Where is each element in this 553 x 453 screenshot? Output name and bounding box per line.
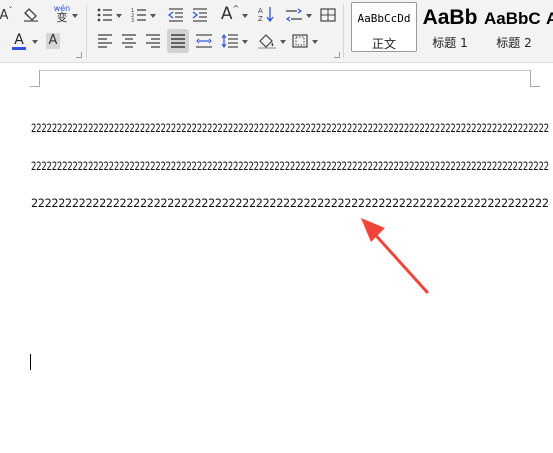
document-line[interactable]: 2222222222222222222222222222222222222222…	[31, 160, 549, 173]
numbered-list-icon[interactable]: 123	[130, 4, 148, 26]
shading-dropdown-icon[interactable]	[280, 40, 286, 44]
style-heading-1-label: 标题 1	[432, 36, 468, 50]
font-color-icon[interactable]: A	[10, 30, 28, 52]
border-icon[interactable]	[290, 30, 310, 52]
style-heading-3-sample: A	[546, 9, 553, 28]
align-center-icon[interactable]	[120, 30, 138, 52]
svg-text:3: 3	[131, 18, 134, 22]
justify-icon[interactable]	[167, 29, 189, 53]
char-shading-icon[interactable]: A	[44, 30, 62, 52]
paragraph-spacing-dropdown-icon[interactable]	[242, 40, 248, 44]
font-dialog-launcher-icon[interactable]	[76, 52, 82, 58]
page-corner-left	[30, 70, 40, 87]
text-effect-dropdown-icon[interactable]	[242, 14, 248, 18]
line-spacing-icon[interactable]	[284, 4, 304, 26]
style-heading-2[interactable]: AaBbC 标题 2	[484, 2, 544, 50]
clear-format-icon[interactable]	[20, 4, 42, 26]
font-decrease-icon[interactable]: Aˇ	[0, 4, 12, 26]
align-left-icon[interactable]	[96, 30, 114, 52]
document-line[interactable]: 2222222222222222222222222222222222222222…	[31, 122, 549, 135]
svg-text:A: A	[258, 7, 263, 15]
paragraph-spacing-icon[interactable]	[220, 30, 240, 52]
sort-icon[interactable]: AZ	[256, 3, 276, 25]
style-heading-2-sample: AaBbC	[484, 9, 541, 28]
red-arrow-annotation	[361, 218, 429, 294]
style-normal[interactable]: AaBbCcDd 正文	[351, 2, 417, 52]
divider	[343, 4, 344, 58]
bullet-dropdown-icon[interactable]	[116, 14, 122, 18]
style-heading-1-sample: AaBb	[422, 6, 478, 29]
align-right-icon[interactable]	[144, 30, 162, 52]
border-dropdown-icon[interactable]	[312, 40, 318, 44]
document-line[interactable]: 2222222222222222222222222222222222222222…	[31, 197, 549, 210]
font-color-swatch	[12, 46, 26, 50]
divider	[86, 4, 87, 58]
font-size-increase-icon[interactable]: A ^	[218, 3, 242, 25]
style-heading-2-label: 标题 2	[496, 36, 532, 50]
font-color-dropdown-icon[interactable]	[32, 40, 38, 44]
increase-indent-icon[interactable]	[190, 4, 210, 26]
page-corner-right	[530, 70, 540, 87]
numbering-dropdown-icon[interactable]	[150, 14, 156, 18]
bullet-list-icon[interactable]	[96, 4, 114, 26]
ribbon-toolbar: Aˇ wén 变 123 A ^ AZ A A AaBbCcDd 正文 AaBb…	[0, 0, 553, 63]
pinyin-guide-icon[interactable]: wén 变	[50, 2, 74, 24]
spacing-dropdown-icon[interactable]	[306, 14, 312, 18]
style-heading-1[interactable]: AaBb 标题 1	[417, 2, 483, 50]
svg-text:Z: Z	[258, 15, 263, 23]
page-top-margin-line	[40, 70, 530, 71]
text-cursor	[30, 354, 31, 370]
style-normal-label: 正文	[371, 37, 396, 51]
decrease-indent-icon[interactable]	[166, 4, 186, 26]
style-heading-3[interactable]: A	[546, 2, 553, 50]
shading-icon[interactable]	[256, 30, 278, 52]
pinyin-dropdown-icon[interactable]	[72, 14, 78, 18]
distributed-icon[interactable]	[194, 30, 214, 52]
table-icon[interactable]	[318, 4, 338, 26]
style-normal-sample: AaBbCcDd	[357, 12, 411, 25]
paragraph-dialog-launcher-icon[interactable]	[334, 52, 340, 58]
